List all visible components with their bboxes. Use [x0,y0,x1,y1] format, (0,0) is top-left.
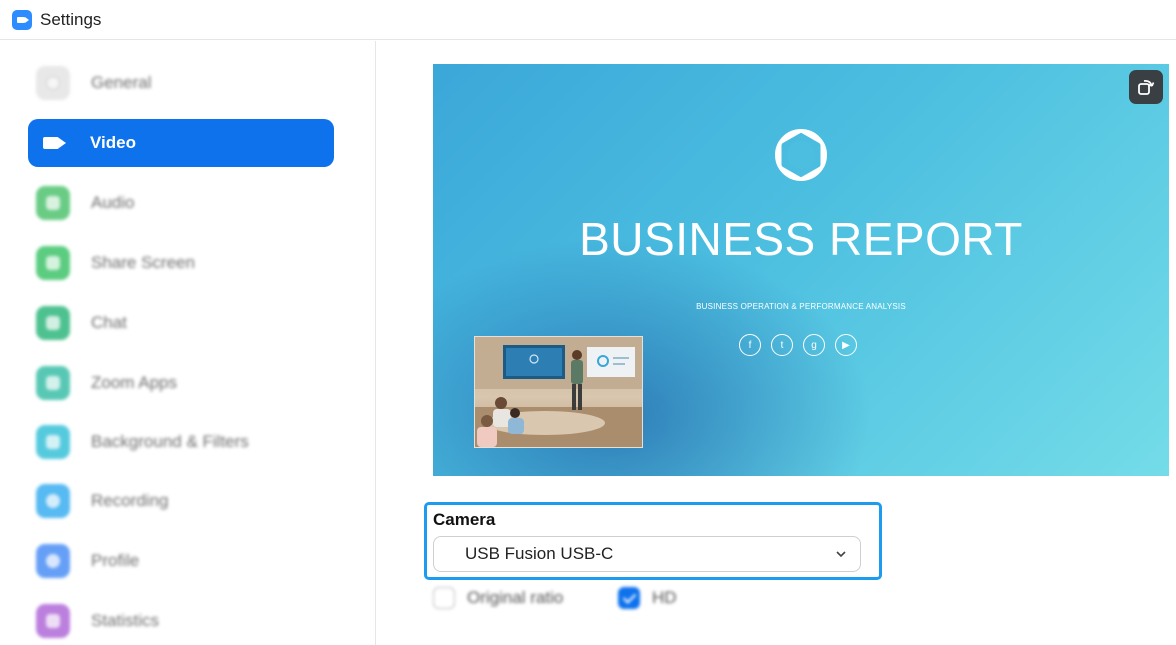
general-icon [36,66,70,100]
chevron-down-icon [836,551,846,558]
rotate-video-button[interactable] [1129,70,1163,104]
twitter-icon: t [771,334,793,356]
zoom-apps-icon [36,366,70,400]
slide-title: BUSINESS REPORT [579,213,1023,265]
title-bar: Settings [0,0,1176,40]
original-ratio-checkbox[interactable] [433,587,455,609]
sidebar-item-profile[interactable]: Profile [28,537,334,585]
sidebar-item-background-filters[interactable]: Background & Filters [28,418,334,466]
sidebar-item-label: General [91,73,152,92]
zoom-app-icon [12,9,32,30]
meeting-room-image [475,337,642,447]
video-camera-icon [39,126,67,160]
sidebar-item-label: Audio [91,193,135,212]
meeting-room-photo [474,336,643,448]
sidebar-item-general[interactable]: General [28,59,334,107]
profile-icon [36,544,70,578]
video-preview: BUSINESS REPORT BUSINESS OPERATION & PER… [433,64,1169,476]
sidebar-item-label: Recording [91,491,169,510]
settings-sidebar: General Video Audio Share Screen Chat Zo… [0,41,376,645]
statistics-icon [36,604,70,638]
rotate-icon [1138,79,1155,95]
social-icons: f t g ▶ [739,334,857,356]
sidebar-item-video[interactable]: Video [28,119,334,167]
sidebar-item-label: Profile [91,551,140,570]
sidebar-item-chat[interactable]: Chat [28,299,334,347]
original-ratio-option[interactable]: Original ratio [433,587,563,609]
camera-select[interactable]: USB Fusion USB-C [433,536,861,572]
original-ratio-label: Original ratio [467,588,564,607]
sidebar-item-share-screen[interactable]: Share Screen [28,239,334,287]
sidebar-item-label: Chat [91,313,127,332]
sidebar-item-label: Statistics [91,611,160,630]
sidebar-item-label: Share Screen [91,253,195,272]
sidebar-item-label: Zoom Apps [91,373,177,392]
slide-logo-icon [775,129,827,181]
hd-checkbox[interactable] [618,587,640,609]
google-plus-icon: g [803,334,825,356]
sidebar-item-recording[interactable]: Recording [28,477,334,525]
headphones-icon [36,186,70,220]
sidebar-item-audio[interactable]: Audio [28,179,334,227]
youtube-icon: ▶ [835,334,857,356]
background-icon [36,425,70,459]
hd-option[interactable]: HD [618,587,677,609]
sidebar-item-label: Background & Filters [91,432,249,451]
chat-icon [36,306,70,340]
window-title: Settings [40,9,102,29]
sidebar-item-label: Video [90,133,136,152]
hd-label: HD [652,588,677,607]
camera-select-value: USB Fusion USB-C [465,544,614,563]
facebook-icon: f [739,334,761,356]
slide-subtitle: BUSINESS OPERATION & PERFORMANCE ANALYSI… [696,302,906,311]
sidebar-item-statistics[interactable]: Statistics [28,597,334,645]
camera-label: Camera [433,510,496,529]
share-screen-icon [36,246,70,280]
sidebar-item-zoom-apps[interactable]: Zoom Apps [28,359,334,407]
recording-icon [36,484,70,518]
